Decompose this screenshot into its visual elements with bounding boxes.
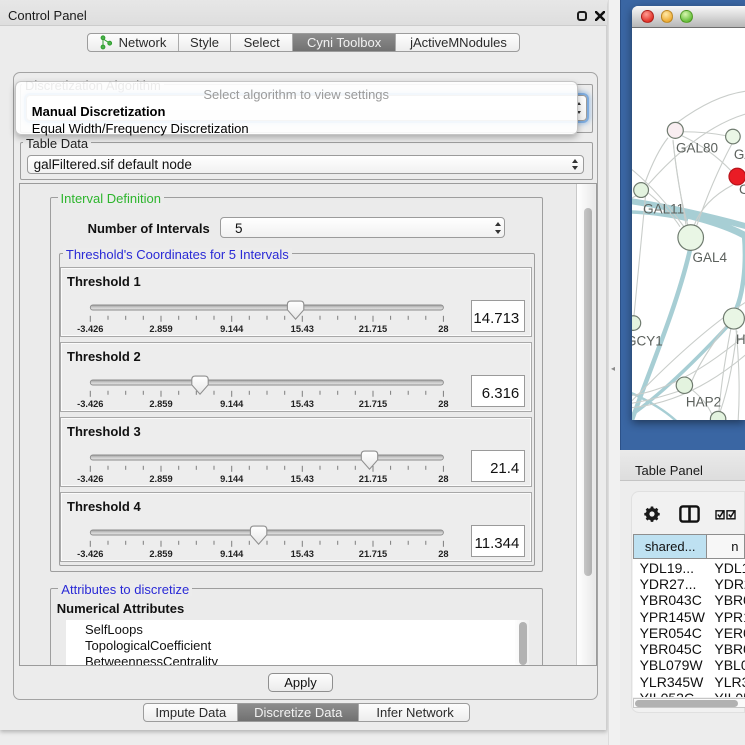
svg-text:15.43: 15.43 [291, 474, 314, 484]
svg-text:9.144: 9.144 [220, 549, 244, 559]
svg-text:15.43: 15.43 [291, 324, 314, 334]
svg-text:9.144: 9.144 [220, 324, 244, 334]
svg-text:21.715: 21.715 [359, 324, 387, 334]
svg-text:2.859: 2.859 [149, 324, 172, 334]
svg-text:15.43: 15.43 [291, 399, 314, 409]
svg-text:HAP2: HAP2 [686, 394, 721, 409]
svg-text:28: 28 [438, 474, 448, 484]
svg-text:CY: CY [739, 181, 745, 196]
svg-text:HIS4: HIS4 [736, 331, 745, 346]
svg-text:15.43: 15.43 [291, 549, 314, 559]
svg-text:21.715: 21.715 [359, 549, 387, 559]
svg-text:-3.426: -3.426 [77, 324, 103, 334]
svg-text:GCY1: GCY1 [632, 333, 663, 348]
svg-text:-3.426: -3.426 [77, 549, 103, 559]
svg-text:2.859: 2.859 [149, 399, 172, 409]
svg-text:2.859: 2.859 [149, 549, 172, 559]
svg-text:GAL11: GAL11 [643, 201, 684, 216]
svg-text:28: 28 [438, 324, 448, 334]
svg-text:-3.426: -3.426 [77, 399, 103, 409]
svg-text:2.859: 2.859 [149, 474, 172, 484]
svg-text:GAL3: GAL3 [734, 146, 745, 161]
svg-text:28: 28 [438, 549, 448, 559]
svg-text:28: 28 [438, 399, 448, 409]
svg-text:9.144: 9.144 [220, 474, 244, 484]
svg-text:21.715: 21.715 [359, 399, 387, 409]
svg-text:GAL4: GAL4 [693, 249, 728, 264]
svg-text:21.715: 21.715 [359, 474, 387, 484]
svg-text:GAL80: GAL80 [676, 140, 718, 155]
svg-text:9.144: 9.144 [220, 399, 244, 409]
svg-text:-3.426: -3.426 [77, 474, 103, 484]
